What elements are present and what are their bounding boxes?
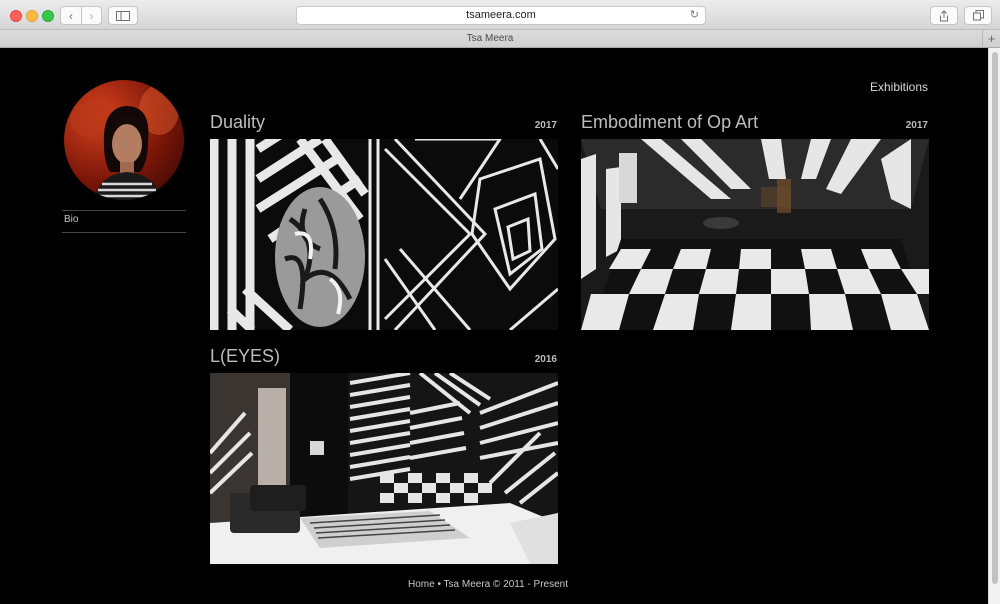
card-year: 2016 (534, 354, 557, 365)
minimize-window-button[interactable] (26, 10, 38, 22)
history-nav: ‹ › (60, 6, 102, 25)
sidebar-divider-bottom (62, 232, 186, 233)
close-window-button[interactable] (10, 10, 22, 22)
card-image-embodiment-of-op-art[interactable] (581, 139, 929, 330)
new-tab-button[interactable]: + (982, 30, 1000, 48)
card-image-leyes[interactable] (210, 373, 558, 564)
card-title-embodiment-of-op-art[interactable]: Embodiment of Op Art (581, 112, 758, 133)
chevron-left-icon: ‹ (69, 8, 73, 23)
sidebar-icon (116, 10, 130, 21)
url-text: tsameera.com (466, 9, 536, 21)
address-bar[interactable]: tsameera.com ↻ (296, 6, 706, 25)
card-title-duality[interactable]: Duality (210, 112, 265, 133)
active-tab[interactable]: Tsa Meera (0, 30, 980, 48)
card-title-leyes[interactable]: L(EYES) (210, 346, 280, 367)
footer: Home • Tsa Meera © 2011 - Present (0, 579, 988, 590)
page-content: Bio Exhibitions Duality 2017 Embodiment … (0, 48, 988, 604)
tabs-icon (972, 10, 984, 21)
sidebar-divider-top (62, 210, 186, 211)
card-image-duality[interactable] (210, 139, 558, 330)
browser-window: ‹ › tsameera.com ↻ Tsa Meera + Bio Exhib… (0, 0, 1000, 604)
share-icon (940, 9, 948, 21)
share-button[interactable] (930, 6, 958, 25)
card-year: 2017 (905, 120, 928, 131)
plus-icon: + (987, 31, 996, 46)
card-year: 2017 (534, 120, 557, 131)
forward-button[interactable]: › (81, 6, 102, 25)
bio-link[interactable]: Bio (64, 214, 78, 225)
tabs-overview-button[interactable] (964, 6, 992, 25)
zoom-window-button[interactable] (42, 10, 54, 22)
reload-icon[interactable]: ↻ (690, 7, 699, 24)
profile-avatar[interactable] (64, 80, 184, 200)
tab-bar: Tsa Meera + (0, 30, 1000, 48)
back-button[interactable]: ‹ (60, 6, 81, 25)
browser-toolbar: ‹ › tsameera.com ↻ (0, 0, 1000, 30)
exhibitions-link[interactable]: Exhibitions (860, 80, 928, 94)
footer-text[interactable]: Home • Tsa Meera © 2011 - Present (408, 579, 568, 590)
chevron-right-icon: › (89, 8, 94, 23)
sidebar-toggle-button[interactable] (108, 6, 138, 25)
vertical-scrollbar[interactable] (988, 48, 1000, 604)
scrollbar-thumb[interactable] (992, 52, 998, 584)
